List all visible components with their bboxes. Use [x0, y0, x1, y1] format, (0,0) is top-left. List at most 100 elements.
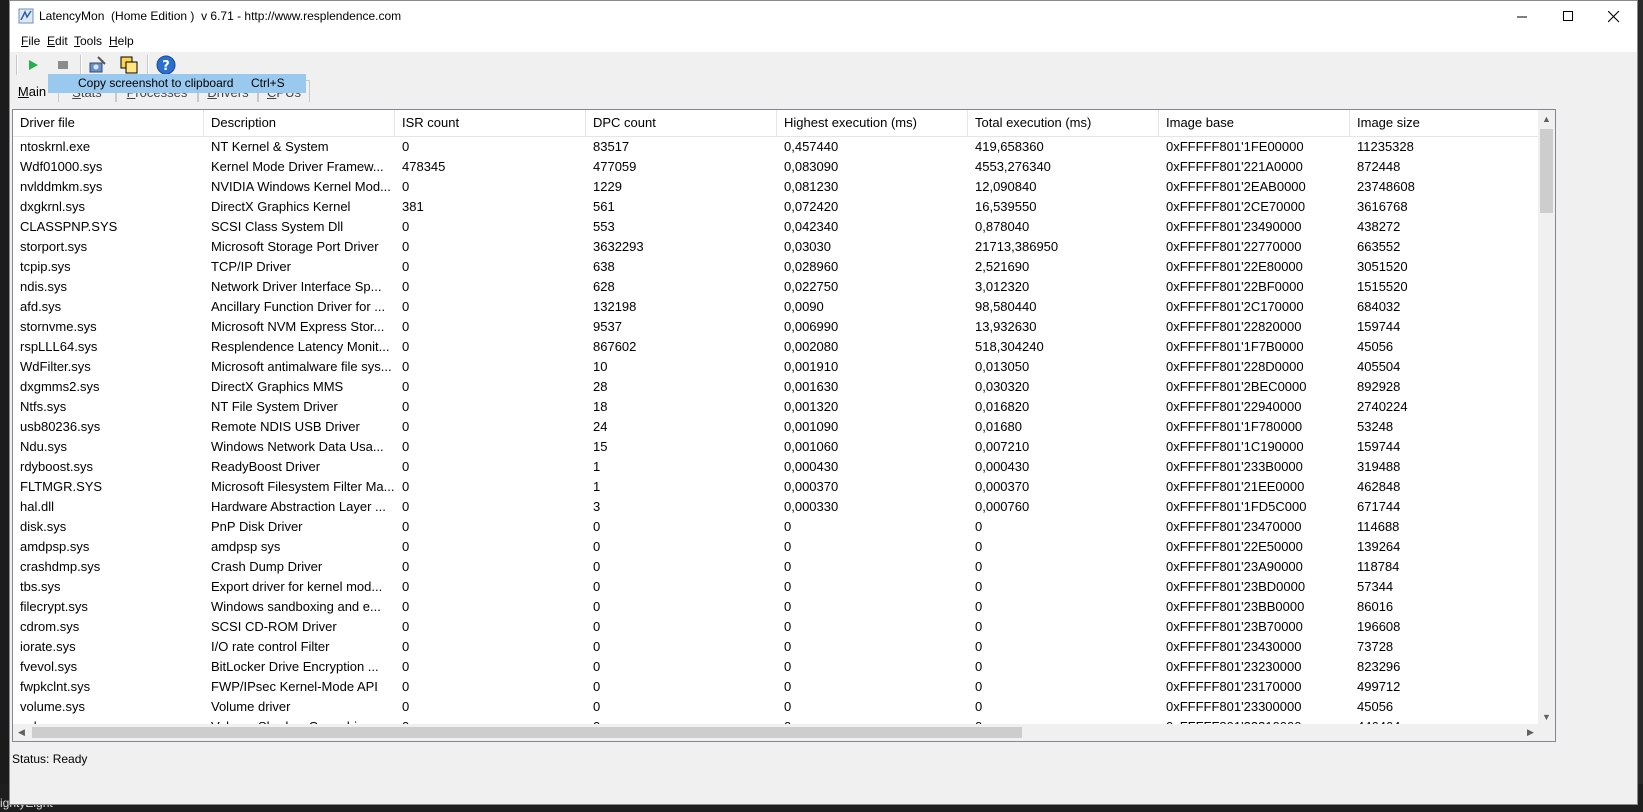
scroll-right-arrow-icon[interactable]: ▶ [1522, 724, 1539, 741]
cell-driver-file: ndis.sys [20, 279, 67, 294]
table-row[interactable]: storport.sys Microsoft Storage Port Drive… [13, 236, 1539, 256]
table-row[interactable]: crashdmp.sys Crash Dump Driver 0 0 0 0 0xFFFFF… [13, 556, 1539, 576]
minimize-button[interactable] [1499, 1, 1545, 32]
cell-image-size: 23748608 [1357, 179, 1415, 194]
table-row[interactable]: Ndu.sys Windows Network Data Usa... 0 15 0,0… [13, 436, 1539, 456]
table-row[interactable]: dxgmms2.sys DirectX Graphics MMS 0 28 0,0016… [13, 376, 1539, 396]
copy-button[interactable] [118, 54, 140, 76]
cell-description: Remote NDIS USB Driver [211, 419, 360, 434]
cell-description: DirectX Graphics MMS [211, 379, 344, 394]
close-button[interactable] [1591, 1, 1637, 32]
help-button[interactable]: ? [155, 54, 177, 76]
table-row[interactable]: tcpip.sys TCP/IP Driver 0 638 0,028960 2,5216… [13, 256, 1539, 276]
scroll-down-arrow-icon[interactable]: ▼ [1538, 708, 1555, 725]
cell-image-base: 0xFFFFF801'23230000 [1166, 659, 1302, 674]
table-row[interactable]: rspLLL64.sys Resplendence Latency Monit..… [13, 336, 1539, 356]
horizontal-scroll-thumb[interactable] [32, 727, 1022, 738]
screenshot-icon [89, 56, 106, 73]
cell-image-size: 139264 [1357, 539, 1401, 554]
menu-tools[interactable]: Tools [74, 34, 102, 48]
table-row[interactable]: hal.dll Hardware Abstraction Layer ... 0 3 0… [13, 496, 1539, 516]
vertical-scroll-thumb[interactable] [1540, 129, 1553, 213]
cell-image-size: 499712 [1357, 679, 1401, 694]
column-header-description[interactable]: Description [204, 110, 395, 136]
scroll-left-arrow-icon[interactable]: ◀ [13, 724, 30, 741]
cell-description: Microsoft Filesystem Filter Ma... [211, 479, 395, 494]
table-row[interactable]: usb80236.sys Remote NDIS USB Driver 0 24 0,0… [13, 416, 1539, 436]
scroll-up-arrow-icon[interactable]: ▲ [1538, 110, 1555, 127]
cell-description: Volume driver [211, 699, 291, 714]
menu-edit[interactable]: Edit [47, 34, 68, 48]
table-row[interactable]: stornvme.sys Microsoft NVM Express Stor..… [13, 316, 1539, 336]
cell-dpc-count: 0 [593, 619, 601, 634]
column-header-total-execution[interactable]: Total execution (ms) [968, 110, 1159, 136]
cell-description: Resplendence Latency Monit... [211, 339, 390, 354]
column-header-highest-execution[interactable]: Highest execution (ms) [777, 110, 968, 136]
cell-description: Hardware Abstraction Layer ... [211, 499, 386, 514]
window-title: LatencyMon (Home Edition ) v 6.71 - http… [39, 9, 402, 23]
table-row[interactable]: fvevol.sys BitLocker Drive Encryption ...… [13, 656, 1539, 676]
table-row[interactable]: rdyboost.sys ReadyBoost Driver 0 1 0,000430 0… [13, 456, 1539, 476]
cell-isr-count: 0 [402, 539, 410, 554]
column-header-image-size[interactable]: Image size [1350, 110, 1539, 136]
cell-image-size: 86016 [1357, 599, 1394, 614]
cell-isr-count: 0 [402, 279, 410, 294]
start-button[interactable] [22, 54, 44, 76]
cell-total-execution: 0,030320 [975, 379, 1030, 394]
latencymon-window: LatencyMon (Home Edition ) v 6.71 - http… [9, 0, 1638, 805]
tab-main[interactable]: Main [12, 80, 52, 102]
cell-image-base: 0xFFFFF801'23BD0000 [1166, 579, 1306, 594]
cell-highest-execution: 0 [784, 679, 792, 694]
cell-description: NVIDIA Windows Kernel Mod... [211, 179, 391, 194]
cell-isr-count: 0 [402, 459, 410, 474]
table-row[interactable]: ntoskrnl.exe NT Kernel & System 0 83517 0,45… [13, 136, 1539, 156]
table-row[interactable]: FLTMGR.SYS Microsoft Filesystem Filter Ma… [13, 476, 1539, 496]
cell-image-size: 438272 [1357, 219, 1401, 234]
table-header: Driver file Description ISR count DPC co… [13, 110, 1539, 137]
table-row[interactable]: ndis.sys Network Driver Interface Sp... 0 6… [13, 276, 1539, 296]
table-row[interactable]: fwpkclnt.sys FWP/IPsec Kernel-Mode API 0 0 0… [13, 676, 1539, 696]
cell-description: Windows sandboxing and e... [211, 599, 381, 614]
menu-help[interactable]: Help [109, 34, 134, 48]
vertical-scrollbar[interactable]: ▲ ▼ [1538, 110, 1555, 725]
table-row[interactable]: afd.sys Ancillary Function Driver for ...… [13, 296, 1539, 316]
cell-highest-execution: 0 [784, 539, 792, 554]
table-row[interactable]: WdFilter.sys Microsoft antimalware file s… [13, 356, 1539, 376]
stop-button[interactable] [52, 54, 74, 76]
table-row[interactable]: iorate.sys I/O rate control Filter 0 0 0 0 0xF… [13, 636, 1539, 656]
table-row[interactable]: filecrypt.sys Windows sandboxing and e...… [13, 596, 1539, 616]
column-header-driver-file[interactable]: Driver file [13, 110, 204, 136]
column-header-image-base[interactable]: Image base [1159, 110, 1350, 136]
cell-isr-count: 0 [402, 599, 410, 614]
table-row[interactable]: disk.sys PnP Disk Driver 0 0 0 0 0xFFFFF801'23… [13, 516, 1539, 536]
maximize-button[interactable] [1545, 1, 1591, 32]
table-row[interactable]: Ntfs.sys NT File System Driver 0 18 0,001320… [13, 396, 1539, 416]
cell-dpc-count: 9537 [593, 319, 622, 334]
table-row[interactable]: volume.sys Volume driver 0 0 0 0 0xFFFFF801'23… [13, 696, 1539, 716]
title-bar[interactable]: LatencyMon (Home Edition ) v 6.71 - http… [10, 1, 1637, 32]
desktop-background-left [0, 0, 9, 812]
menu-edit-rest: dit [55, 34, 68, 48]
menu-file[interactable]: File [21, 34, 40, 48]
screenshot-button[interactable] [87, 54, 109, 76]
table-row[interactable]: Wdf01000.sys Kernel Mode Driver Framew...… [13, 156, 1539, 176]
table-row[interactable]: nvlddmkm.sys NVIDIA Windows Kernel Mod...… [13, 176, 1539, 196]
column-header-isr-count[interactable]: ISR count [395, 110, 586, 136]
cell-description: BitLocker Drive Encryption ... [211, 659, 379, 674]
toolbar-separator [80, 55, 82, 75]
cell-total-execution: 12,090840 [975, 179, 1037, 194]
table-row[interactable]: CLASSPNP.SYS SCSI Class System Dll 0 553 0,0… [13, 216, 1539, 236]
cell-isr-count: 0 [402, 699, 410, 714]
table-row[interactable]: tbs.sys Export driver for kernel mod... 0 0… [13, 576, 1539, 596]
cell-isr-count: 0 [402, 219, 410, 234]
horizontal-scrollbar[interactable]: ◀ ▶ [13, 724, 1539, 741]
table-row[interactable]: dxgkrnl.sys DirectX Graphics Kernel 381 561… [13, 196, 1539, 216]
cell-total-execution: 0 [975, 559, 983, 574]
cell-description: Ancillary Function Driver for ... [211, 299, 386, 314]
table-row[interactable]: amdpsp.sys amdpsp sys 0 0 0 0 0xFFFFF801'22E50… [13, 536, 1539, 556]
cell-description: NT File System Driver [211, 399, 338, 414]
column-header-dpc-count[interactable]: DPC count [586, 110, 777, 136]
cell-isr-count: 0 [402, 419, 410, 434]
table-row[interactable]: cdrom.sys SCSI CD-ROM Driver 0 0 0 0 0xFFFFF80… [13, 616, 1539, 636]
cell-image-size: 3616768 [1357, 199, 1408, 214]
